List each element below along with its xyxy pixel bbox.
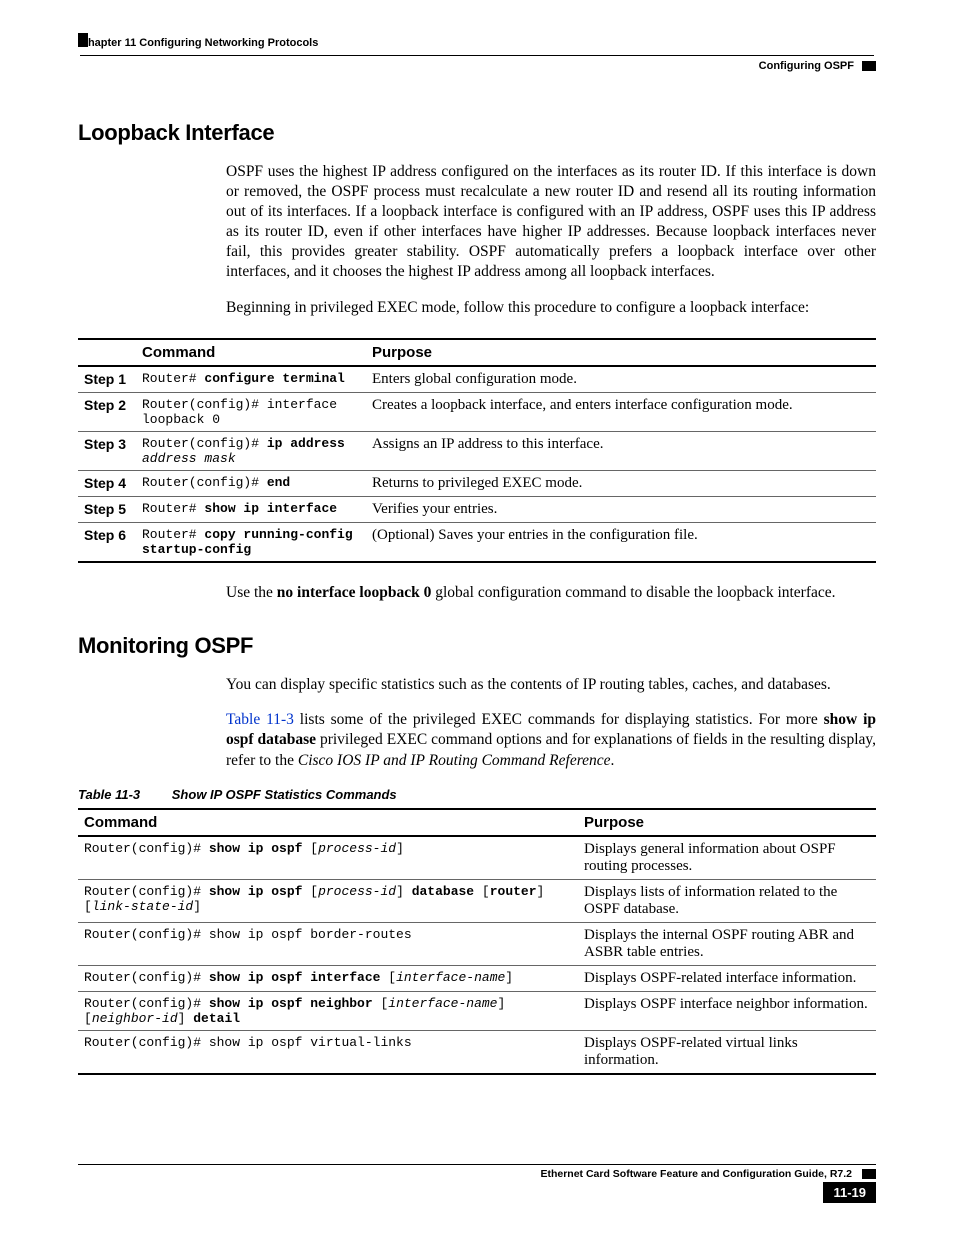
cmd-cell: Router(config)# ip address address mask: [136, 431, 366, 470]
paragraph: Use the no interface loopback 0 global c…: [226, 583, 876, 603]
page-footer: Ethernet Card Software Feature and Confi…: [78, 1164, 876, 1203]
step-label: Step 1: [78, 366, 136, 393]
purpose-cell: Displays lists of information related to…: [578, 879, 876, 922]
cmd-cell: Router# copy running-config startup-conf…: [136, 522, 366, 562]
table-row: Router(config)# show ip ospf virtual-lin…: [78, 1030, 876, 1074]
purpose-cell: (Optional) Saves your entries in the con…: [366, 522, 876, 562]
page-header: Chapter 11 Configuring Networking Protoc…: [80, 33, 874, 56]
page-number-badge: 11-19: [823, 1182, 876, 1203]
step-label: Step 3: [78, 431, 136, 470]
cmd-cell: Router# show ip interface: [136, 496, 366, 522]
th-blank: [78, 339, 136, 366]
purpose-cell: Enters global configuration mode.: [366, 366, 876, 393]
cmd-cell: Router(config)# show ip ospf interface […: [78, 965, 578, 991]
cmd-cell: Router(config)# show ip ospf [process-id…: [78, 836, 578, 880]
table-row: Step 1 Router# configure terminal Enters…: [78, 366, 876, 393]
page-content: Loopback Interface OSPF uses the highest…: [78, 120, 876, 1075]
th-command: Command: [136, 339, 366, 366]
purpose-cell: Creates a loopback interface, and enters…: [366, 392, 876, 431]
cmd-cell: Router# configure terminal: [136, 366, 366, 393]
paragraph: You can display specific statistics such…: [226, 675, 876, 695]
table-row: Router(config)# show ip ospf neighbor [i…: [78, 991, 876, 1030]
purpose-cell: Assigns an IP address to this interface.: [366, 431, 876, 470]
cmd-cell: Router(config)# show ip ospf [process-id…: [78, 879, 578, 922]
paragraph: Beginning in privileged EXEC mode, follo…: [226, 298, 876, 318]
purpose-cell: Displays OSPF interface neighbor informa…: [578, 991, 876, 1030]
table-ref-link[interactable]: Table 11-3: [226, 711, 294, 728]
purpose-cell: Displays general information about OSPF …: [578, 836, 876, 880]
table-row: Router(config)# show ip ospf [process-id…: [78, 879, 876, 922]
cmd-cell: Router(config)# show ip ospf neighbor [i…: [78, 991, 578, 1030]
decoration-right-bar: [862, 61, 876, 71]
purpose-cell: Displays OSPF-related virtual links info…: [578, 1030, 876, 1074]
header-section: Configuring OSPF: [759, 60, 854, 72]
cmd-cell: Router(config)# show ip ospf border-rout…: [78, 922, 578, 965]
table-row: Step 6 Router# copy running-config start…: [78, 522, 876, 562]
header-right-row: Configuring OSPF: [759, 60, 876, 72]
cmd-cell: Router(config)# show ip ospf virtual-lin…: [78, 1030, 578, 1074]
table-row: Step 5 Router# show ip interface Verifie…: [78, 496, 876, 522]
table-row: Step 4 Router(config)# end Returns to pr…: [78, 470, 876, 496]
heading-loopback-interface: Loopback Interface: [78, 120, 876, 146]
table-row: Router(config)# show ip ospf border-rout…: [78, 922, 876, 965]
step-label: Step 5: [78, 496, 136, 522]
purpose-cell: Verifies your entries.: [366, 496, 876, 522]
step-label: Step 4: [78, 470, 136, 496]
paragraph: OSPF uses the highest IP address configu…: [226, 162, 876, 283]
loopback-steps-table: Command Purpose Step 1 Router# configure…: [78, 338, 876, 563]
header-chapter: Chapter 11 Configuring Networking Protoc…: [80, 37, 318, 49]
decoration-footer-bar: [862, 1169, 876, 1179]
purpose-cell: Returns to privileged EXEC mode.: [366, 470, 876, 496]
step-label: Step 6: [78, 522, 136, 562]
table-caption: Table 11-3 Show IP OSPF Statistics Comma…: [78, 787, 876, 802]
paragraph: Table 11-3 lists some of the privileged …: [226, 710, 876, 770]
th-purpose: Purpose: [366, 339, 876, 366]
cmd-cell: Router(config)# interface loopback 0: [136, 392, 366, 431]
purpose-cell: Displays the internal OSPF routing ABR a…: [578, 922, 876, 965]
caption-title: Show IP OSPF Statistics Commands: [172, 787, 397, 802]
footer-guide-title: Ethernet Card Software Feature and Confi…: [540, 1168, 852, 1180]
table-row: Step 3 Router(config)# ip address addres…: [78, 431, 876, 470]
th-purpose: Purpose: [578, 809, 876, 836]
caption-number: Table 11-3: [78, 787, 168, 802]
table-row: Step 2 Router(config)# interface loopbac…: [78, 392, 876, 431]
table-row: Router(config)# show ip ospf interface […: [78, 965, 876, 991]
table-row: Router(config)# show ip ospf [process-id…: [78, 836, 876, 880]
ospf-stats-table: Command Purpose Router(config)# show ip …: [78, 808, 876, 1075]
purpose-cell: Displays OSPF-related interface informat…: [578, 965, 876, 991]
th-command: Command: [78, 809, 578, 836]
cmd-cell: Router(config)# end: [136, 470, 366, 496]
heading-monitoring-ospf: Monitoring OSPF: [78, 633, 876, 659]
step-label: Step 2: [78, 392, 136, 431]
